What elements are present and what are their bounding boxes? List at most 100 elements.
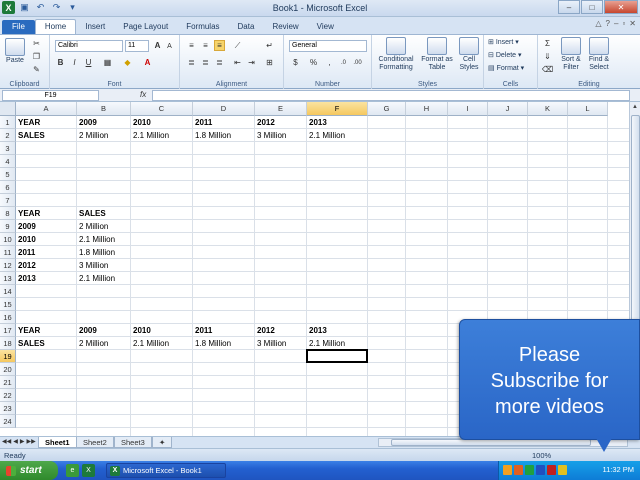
minimize-button[interactable]: –	[558, 0, 580, 14]
tab-data[interactable]: Data	[229, 20, 264, 34]
row-header-8[interactable]: 8	[0, 207, 16, 220]
paste-button[interactable]: Paste	[4, 38, 26, 65]
cell-b2[interactable]: 2 Million	[77, 129, 108, 142]
cell-b18[interactable]: 2 Million	[77, 337, 108, 350]
tab-formulas[interactable]: Formulas	[177, 20, 228, 34]
help-icon[interactable]: ?	[606, 19, 610, 28]
bold-icon[interactable]: B	[55, 57, 66, 68]
column-header-e[interactable]: E	[255, 102, 307, 116]
row-header-10[interactable]: 10	[0, 233, 16, 246]
wrap-text-icon[interactable]: ↵	[264, 40, 275, 51]
doc-restore-icon[interactable]: ▫	[622, 19, 625, 28]
cell-a9[interactable]: 2009	[16, 220, 36, 233]
align-left-icon[interactable]: ≣	[186, 57, 197, 68]
row-header-7[interactable]: 7	[0, 194, 16, 207]
start-button[interactable]: start	[0, 461, 58, 480]
formula-input[interactable]	[152, 90, 630, 101]
cell-c1[interactable]: 2010	[131, 116, 151, 129]
find-select-button[interactable]: Find & Select	[586, 37, 612, 72]
cell-a8[interactable]: YEAR	[16, 207, 40, 220]
row-header-23[interactable]: 23	[0, 402, 16, 415]
row-header-3[interactable]: 3	[0, 142, 16, 155]
cell-a18[interactable]: SALES	[16, 337, 45, 350]
tab-home[interactable]: Home	[34, 19, 77, 34]
row-header-11[interactable]: 11	[0, 246, 16, 259]
align-bottom-icon[interactable]: ≡	[214, 40, 225, 51]
cell-b17[interactable]: 2009	[77, 324, 97, 337]
cell-a2[interactable]: SALES	[16, 129, 45, 142]
fill-icon[interactable]: ⇓	[542, 51, 553, 62]
column-header-b[interactable]: B	[77, 102, 131, 116]
sheet-tab-1[interactable]: Sheet1	[38, 437, 77, 448]
quicklaunch-ie-icon[interactable]: e	[66, 464, 79, 477]
cell-b1[interactable]: 2009	[77, 116, 97, 129]
row-header-9[interactable]: 9	[0, 220, 16, 233]
row-header-4[interactable]: 4	[0, 155, 16, 168]
tray-icon-4[interactable]	[536, 465, 545, 475]
tray-icon-1[interactable]	[503, 465, 512, 475]
next-sheet-icon[interactable]: ▶	[20, 438, 25, 445]
cell-b11[interactable]: 1.8 Million	[77, 246, 115, 259]
fill-color-icon[interactable]: ◆	[122, 57, 133, 68]
cell-b13[interactable]: 2.1 Million	[77, 272, 115, 285]
decrease-indent-icon[interactable]: ⇤	[232, 57, 243, 68]
font-color-icon[interactable]: A	[142, 57, 153, 68]
number-format-select[interactable]: General	[289, 40, 367, 52]
row-header-15[interactable]: 15	[0, 298, 16, 311]
tray-icon-2[interactable]	[514, 465, 523, 475]
italic-icon[interactable]: I	[69, 57, 80, 68]
increase-decimal-icon[interactable]: .0	[338, 57, 349, 68]
tab-review[interactable]: Review	[263, 20, 307, 34]
cell-f17[interactable]: 2013	[307, 324, 327, 337]
last-sheet-icon[interactable]: ▶▶	[26, 438, 35, 445]
doc-minimize-icon[interactable]: –	[614, 19, 618, 28]
row-header-1[interactable]: 1	[0, 116, 16, 129]
taskbar-excel-window[interactable]: X Microsoft Excel - Book1	[106, 463, 226, 478]
format-cells-button[interactable]: ▤ Format ▾	[488, 64, 524, 72]
zoom-level[interactable]: 100%	[532, 451, 551, 460]
row-header-6[interactable]: 6	[0, 181, 16, 194]
cell-a11[interactable]: 2011	[16, 246, 35, 259]
tab-file[interactable]: File	[2, 20, 35, 34]
row-header-24[interactable]: 24	[0, 415, 16, 428]
decrease-decimal-icon[interactable]: .00	[352, 57, 363, 68]
select-all-corner[interactable]	[0, 102, 16, 116]
autosum-icon[interactable]: Σ	[542, 38, 553, 49]
column-header-l[interactable]: L	[568, 102, 608, 116]
grow-font-icon[interactable]: A	[152, 40, 163, 51]
column-header-j[interactable]: J	[488, 102, 528, 116]
format-painter-icon[interactable]: ✎	[31, 64, 42, 75]
name-box[interactable]: F19	[2, 90, 99, 101]
insert-function-icon[interactable]: fx	[140, 90, 146, 99]
row-header-5[interactable]: 5	[0, 168, 16, 181]
cell-e18[interactable]: 3 Million	[255, 337, 286, 350]
cell-b10[interactable]: 2.1 Million	[77, 233, 115, 246]
align-top-icon[interactable]: ≡	[186, 40, 197, 51]
cell-d18[interactable]: 1.8 Million	[193, 337, 231, 350]
cut-icon[interactable]: ✂	[31, 38, 42, 49]
cell-d2[interactable]: 1.8 Million	[193, 129, 231, 142]
borders-icon[interactable]: ▦	[102, 57, 113, 68]
comma-style-icon[interactable]: ,	[324, 57, 335, 68]
increase-indent-icon[interactable]: ⇥	[246, 57, 257, 68]
cell-a13[interactable]: 2013	[16, 272, 36, 285]
cell-e1[interactable]: 2012	[255, 116, 275, 129]
tab-insert[interactable]: Insert	[76, 20, 114, 34]
column-header-g[interactable]: G	[368, 102, 406, 116]
cell-d17[interactable]: 2011	[193, 324, 212, 337]
column-header-c[interactable]: C	[131, 102, 193, 116]
column-header-k[interactable]: K	[528, 102, 568, 116]
cell-b9[interactable]: 2 Million	[77, 220, 108, 233]
cell-a12[interactable]: 2012	[16, 259, 36, 272]
row-header-12[interactable]: 12	[0, 259, 16, 272]
new-sheet-icon[interactable]: ✦	[152, 437, 173, 448]
format-as-table-button[interactable]: Format as Table	[420, 37, 454, 72]
cell-e17[interactable]: 2012	[255, 324, 275, 337]
cell-a1[interactable]: YEAR	[16, 116, 40, 129]
active-cell-selection[interactable]	[306, 349, 368, 363]
currency-icon[interactable]: $	[290, 57, 301, 68]
sheet-tab-3[interactable]: Sheet3	[114, 437, 152, 448]
align-center-icon[interactable]: ≣	[200, 57, 211, 68]
horizontal-scroll-thumb[interactable]	[391, 439, 591, 446]
tab-page-layout[interactable]: Page Layout	[114, 20, 177, 34]
